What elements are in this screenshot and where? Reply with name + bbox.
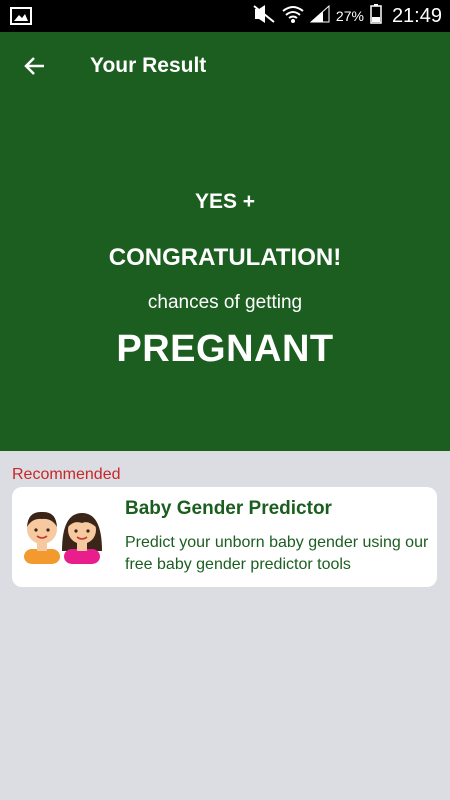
recommended-card-description: Predict your unborn baby gender using ou… (125, 534, 429, 573)
result-subtitle: chances of getting (147, 292, 303, 313)
app-bar: Your Result (0, 32, 450, 102)
status-bar: 27% 21:49 (0, 0, 450, 32)
boy-girl-icon (22, 509, 102, 569)
result-headline: PREGNANT (116, 328, 334, 370)
arrow-left-icon (23, 56, 45, 81)
recommended-card[interactable]: Baby Gender Predictor Predict your unbor… (12, 487, 437, 587)
result-answer: YES + (194, 190, 256, 213)
result-panel: YES + CONGRATULATION! chances of getting… (0, 102, 450, 451)
clock: 21:49 (391, 4, 442, 27)
recommended-card-title: Baby Gender Predictor (125, 498, 332, 519)
back-button[interactable] (18, 52, 50, 84)
wifi-icon (282, 5, 304, 28)
image-icon (10, 6, 32, 31)
battery-icon (370, 3, 382, 29)
result-congratulation: CONGRATULATION! (108, 244, 342, 271)
mute-icon (252, 4, 276, 28)
signal-icon (309, 4, 330, 28)
recommended-label: Recommended (12, 466, 121, 483)
battery-percent: 27% (335, 8, 364, 24)
page-title: Your Result (90, 54, 207, 77)
